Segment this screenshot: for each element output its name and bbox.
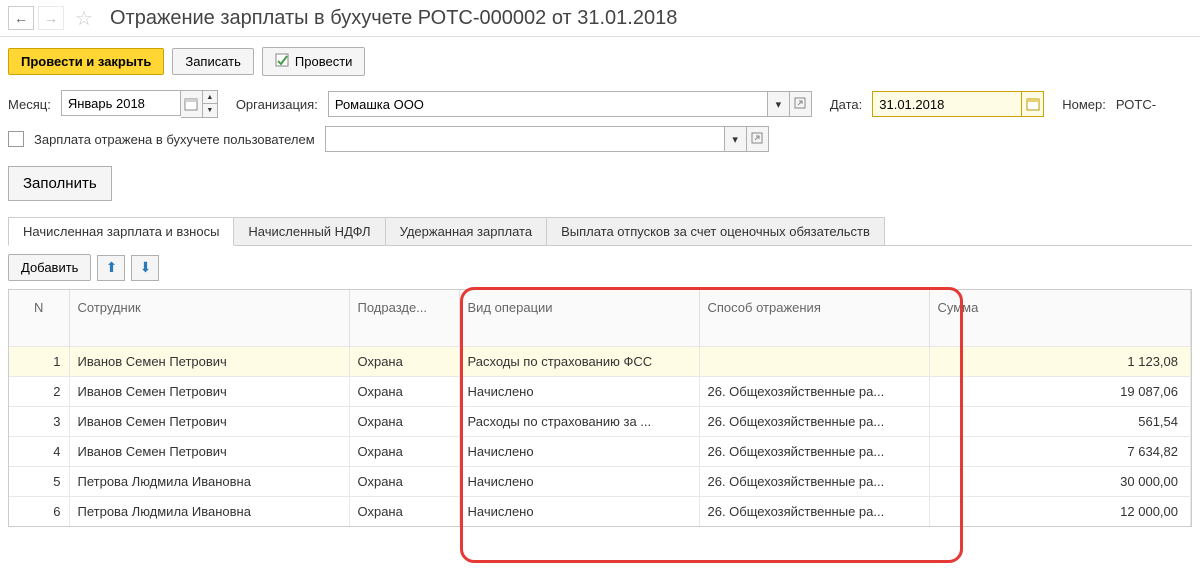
data-table: N Сотрудник Подразде... Вид операции Спо… (8, 289, 1192, 527)
move-down-button[interactable]: ⬇ (131, 255, 159, 281)
cell-n[interactable]: 2 (9, 376, 69, 406)
cell-employee[interactable]: Иванов Семен Петрович (69, 406, 349, 436)
page-title: Отражение зарплаты в бухучете РОТС-00000… (110, 7, 677, 30)
cell-operation[interactable]: Начислено (459, 496, 699, 526)
reflected-checkbox[interactable] (8, 131, 24, 147)
table-row[interactable]: 3Иванов Семен ПетровичОхранаРасходы по с… (9, 406, 1191, 436)
cell-sum[interactable]: 19 087,06 (929, 376, 1191, 406)
post-button-label: Провести (295, 54, 353, 69)
cell-sum[interactable]: 12 000,00 (929, 496, 1191, 526)
cell-sum[interactable]: 7 634,82 (929, 436, 1191, 466)
table-row[interactable]: 6Петрова Людмила ИвановнаОхранаНачислено… (9, 496, 1191, 526)
table-row[interactable]: 2Иванов Семен ПетровичОхранаНачислено26.… (9, 376, 1191, 406)
cell-sum[interactable]: 1 123,08 (929, 346, 1191, 376)
col-employee-header[interactable]: Сотрудник (69, 290, 349, 346)
col-sum-header[interactable]: Сумма (929, 290, 1191, 346)
fill-button[interactable]: Заполнить (8, 166, 112, 201)
number-value: РОТС- (1116, 97, 1156, 112)
date-label: Дата: (830, 97, 862, 112)
arrow-down-icon: ⬇ (140, 259, 152, 276)
nav-forward-button[interactable]: → (38, 6, 64, 30)
table-row[interactable]: 1Иванов Семен ПетровичОхранаРасходы по с… (9, 346, 1191, 376)
calendar-icon (184, 97, 198, 111)
nav-back-button[interactable]: ← (8, 6, 34, 30)
cell-operation[interactable]: Начислено (459, 376, 699, 406)
cell-employee[interactable]: Петрова Людмила Ивановна (69, 496, 349, 526)
month-input[interactable] (61, 90, 181, 116)
arrow-up-icon: ⬆ (106, 259, 118, 276)
cell-n[interactable]: 6 (9, 496, 69, 526)
cell-reflection[interactable]: 26. Общехозяйственные ра... (699, 496, 929, 526)
cell-employee[interactable]: Иванов Семен Петрович (69, 346, 349, 376)
cell-operation[interactable]: Начислено (459, 466, 699, 496)
cell-department[interactable]: Охрана (349, 346, 459, 376)
cell-department[interactable]: Охрана (349, 406, 459, 436)
favorite-star-icon[interactable]: ☆ (72, 6, 96, 30)
month-label: Месяц: (8, 97, 51, 112)
cell-employee[interactable]: Иванов Семен Петрович (69, 436, 349, 466)
cell-operation[interactable]: Начислено (459, 436, 699, 466)
cell-sum[interactable]: 30 000,00 (929, 466, 1191, 496)
org-input[interactable] (328, 91, 768, 117)
post-icon (275, 53, 289, 70)
move-up-button[interactable]: ⬆ (97, 255, 125, 281)
cell-department[interactable]: Охрана (349, 496, 459, 526)
cell-reflection[interactable]: 26. Общехозяйственные ра... (699, 406, 929, 436)
user-dropdown-button[interactable]: ▾ (725, 126, 747, 152)
col-department-header[interactable]: Подразде... (349, 290, 459, 346)
cell-n[interactable]: 1 (9, 346, 69, 376)
cell-n[interactable]: 4 (9, 436, 69, 466)
cell-reflection[interactable] (699, 346, 929, 376)
cell-n[interactable]: 5 (9, 466, 69, 496)
cell-employee[interactable]: Петрова Людмила Ивановна (69, 466, 349, 496)
save-button[interactable]: Записать (172, 48, 254, 75)
col-n-header[interactable]: N (9, 290, 69, 346)
date-calendar-button[interactable] (1022, 91, 1044, 117)
tab-accrued-ndfl[interactable]: Начисленный НДФЛ (233, 217, 385, 245)
post-button[interactable]: Провести (262, 47, 366, 76)
post-and-close-button[interactable]: Провести и закрыть (8, 48, 164, 75)
cell-operation[interactable]: Расходы по страхованию за ... (459, 406, 699, 436)
user-open-button[interactable] (747, 126, 769, 152)
col-reflection-header[interactable]: Способ отражения (699, 290, 929, 346)
spinner-up-icon[interactable]: ▲ (203, 91, 217, 104)
tab-accrued-salary[interactable]: Начисленная зарплата и взносы (8, 217, 234, 246)
cell-sum[interactable]: 561,54 (929, 406, 1191, 436)
cell-operation[interactable]: Расходы по страхованию ФСС (459, 346, 699, 376)
date-input[interactable] (872, 91, 1022, 117)
cell-n[interactable]: 3 (9, 406, 69, 436)
cell-reflection[interactable]: 26. Общехозяйственные ра... (699, 436, 929, 466)
cell-department[interactable]: Охрана (349, 436, 459, 466)
open-icon (751, 132, 763, 147)
org-open-button[interactable] (790, 91, 812, 117)
month-spinner[interactable]: ▲▼ (203, 90, 218, 118)
spinner-down-icon[interactable]: ▼ (203, 104, 217, 117)
table-row[interactable]: 4Иванов Семен ПетровичОхранаНачислено26.… (9, 436, 1191, 466)
add-row-button[interactable]: Добавить (8, 254, 91, 281)
org-dropdown-button[interactable]: ▾ (768, 91, 790, 117)
cell-department[interactable]: Охрана (349, 376, 459, 406)
user-input[interactable] (325, 126, 725, 152)
tab-vacation-payments[interactable]: Выплата отпусков за счет оценочных обяза… (546, 217, 885, 245)
number-label: Номер: (1062, 97, 1106, 112)
open-icon (794, 97, 806, 112)
tab-withheld-salary[interactable]: Удержанная зарплата (385, 217, 547, 245)
cell-employee[interactable]: Иванов Семен Петрович (69, 376, 349, 406)
chevron-down-icon: ▾ (732, 133, 738, 146)
tabs: Начисленная зарплата и взносы Начисленны… (8, 217, 1192, 246)
col-operation-header[interactable]: Вид операции (459, 290, 699, 346)
org-label: Организация: (236, 97, 318, 112)
chevron-down-icon: ▾ (776, 98, 782, 111)
month-calendar-button[interactable] (181, 90, 203, 118)
table-row[interactable]: 5Петрова Людмила ИвановнаОхранаНачислено… (9, 466, 1191, 496)
calendar-icon (1026, 97, 1040, 111)
reflected-checkbox-label: Зарплата отражена в бухучете пользовател… (34, 132, 315, 147)
cell-reflection[interactable]: 26. Общехозяйственные ра... (699, 466, 929, 496)
cell-department[interactable]: Охрана (349, 466, 459, 496)
cell-reflection[interactable]: 26. Общехозяйственные ра... (699, 376, 929, 406)
